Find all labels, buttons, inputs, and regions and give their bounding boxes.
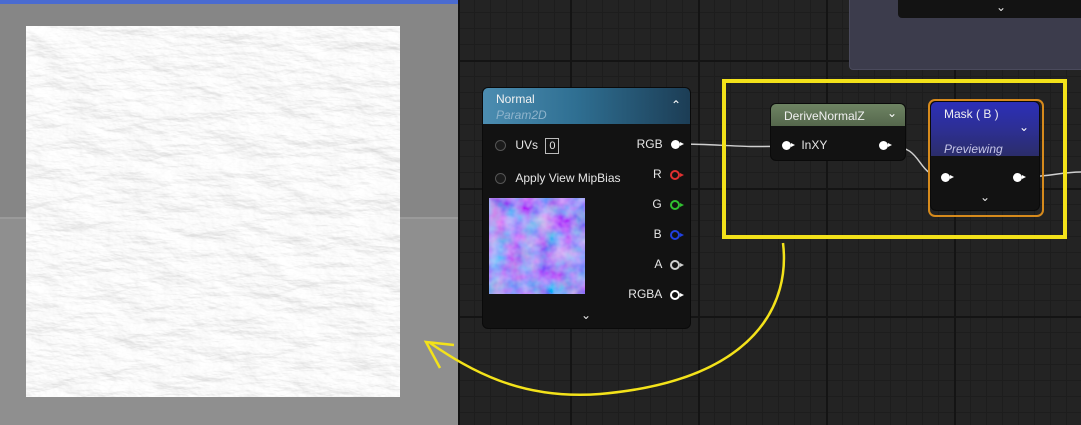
input-label: UVs xyxy=(515,138,539,152)
chevron-up-icon[interactable]: ⌃ xyxy=(671,98,681,112)
output-pin-icon[interactable] xyxy=(670,199,684,210)
input-label: Apply View MipBias xyxy=(515,171,621,185)
output-pin-icon[interactable] xyxy=(670,229,684,240)
output-label: A xyxy=(654,257,662,271)
output-g[interactable]: G xyxy=(652,197,684,211)
mask-node[interactable]: Mask ( B ) ⌄ Previewing ⌄ xyxy=(931,102,1039,210)
output-pin-icon[interactable] xyxy=(1013,173,1026,183)
normal-texture-node[interactable]: Normal Param2D ⌃ UVs 0 Apply View MipBia… xyxy=(483,88,690,328)
output-r[interactable]: R xyxy=(652,167,684,181)
output-label: G xyxy=(652,197,662,211)
input-pin-icon[interactable] xyxy=(495,173,506,185)
chevron-down-icon[interactable]: ⌄ xyxy=(1019,120,1029,134)
output-pin-icon[interactable] xyxy=(671,140,684,150)
output-pin-icon[interactable] xyxy=(670,259,684,270)
output-pin-icon[interactable] xyxy=(879,141,892,151)
chevron-down-icon[interactable]: ⌄ xyxy=(581,308,591,322)
input-label: InXY xyxy=(801,138,828,152)
node-title: Normal xyxy=(496,92,535,106)
input-apply-view-mipbias[interactable]: Apply View MipBias xyxy=(495,171,621,185)
output-rgba[interactable]: RGBA xyxy=(628,287,684,301)
chevron-down-icon[interactable]: ⌄ xyxy=(980,190,990,204)
output-a[interactable]: A xyxy=(654,257,684,271)
input-pin-icon[interactable] xyxy=(495,140,506,152)
texture-thumbnail xyxy=(489,198,585,294)
output-result[interactable] xyxy=(879,138,892,152)
node-title: Mask ( B ) xyxy=(944,107,999,121)
output-label: B xyxy=(653,227,662,241)
output-label: RGB xyxy=(636,137,663,151)
node-title: DeriveNormalZ xyxy=(784,109,865,123)
output-pin-icon[interactable] xyxy=(670,169,684,180)
node-subtitle: Param2D xyxy=(496,108,547,122)
input-pin-icon[interactable] xyxy=(941,173,954,183)
input-pin-icon[interactable] xyxy=(782,141,795,151)
derive-normal-z-node[interactable]: DeriveNormalZ ⌄ InXY xyxy=(771,104,905,160)
input-pin[interactable] xyxy=(941,170,954,184)
input-uvs[interactable]: UVs 0 xyxy=(495,138,560,154)
input-inxy[interactable]: InXY xyxy=(782,138,827,152)
chevron-down-icon[interactable]: ⌄ xyxy=(887,106,897,120)
output-pin-icon[interactable] xyxy=(670,289,684,300)
output-rgb[interactable]: RGB xyxy=(636,137,684,151)
node-subtitle: Previewing xyxy=(944,142,1003,156)
output-label: RGBA xyxy=(628,287,662,301)
output-label: R xyxy=(652,167,662,181)
output-pin[interactable] xyxy=(1013,170,1026,184)
uvs-value-field[interactable]: 0 xyxy=(545,138,560,154)
output-b[interactable]: B xyxy=(653,227,684,241)
